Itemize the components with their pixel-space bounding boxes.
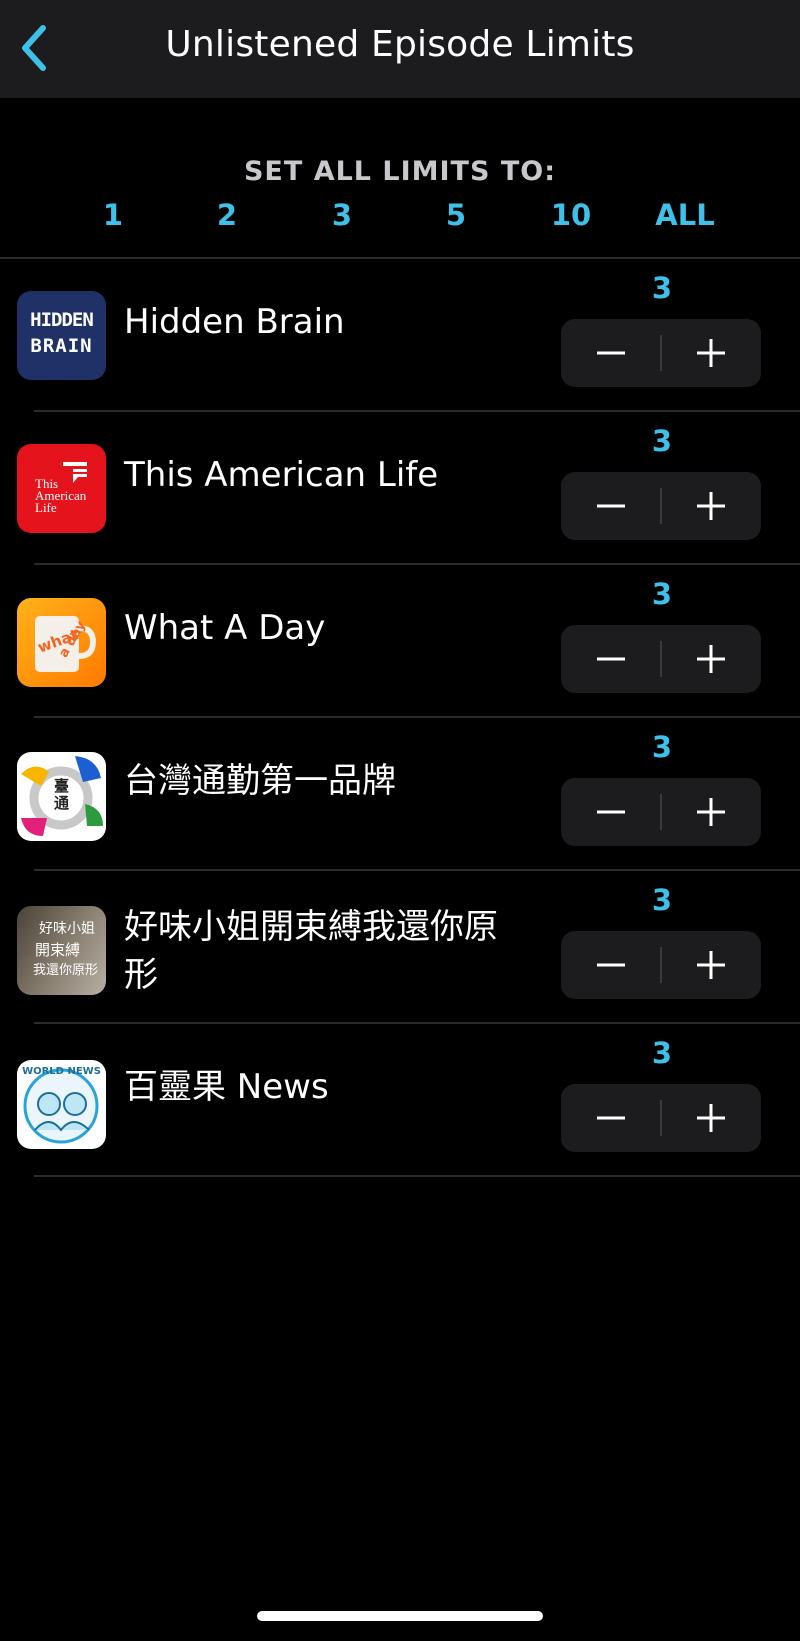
podcast-row: what a day What A Day 3 [0,565,800,718]
podcast-row: 臺 通 台灣通勤第一品牌 3 [0,718,800,871]
podcast-artwork: what a day [17,598,106,687]
increment-button[interactable] [661,319,761,387]
podcast-name: This American Life [124,455,439,495]
limit-stepper [561,472,761,540]
limit-value: 3 [651,424,673,458]
increment-button[interactable] [661,931,761,999]
set-all-option-2[interactable]: 2 [177,198,277,232]
decrement-button[interactable] [561,625,661,693]
limit-value: 3 [651,577,673,611]
plus-icon [697,645,725,673]
podcast-artwork: This American Life [17,444,106,533]
plus-icon [697,492,725,520]
increment-button[interactable] [661,1084,761,1152]
minus-icon [597,657,625,661]
decrement-button[interactable] [561,319,661,387]
artwork-text: 我還你原形 [33,963,99,978]
decrement-button[interactable] [561,472,661,540]
podcast-name: 台灣通勤第一品牌 [124,761,396,801]
podcast-row: HIDDEN BRAIN Hidden Brain 3 [0,259,800,412]
podcast-artwork: WORLD NEWS [17,1060,106,1149]
podcast-row: This American Life This American Life 3 [0,412,800,565]
home-indicator[interactable] [257,1611,543,1621]
plus-icon [697,798,725,826]
set-all-options: 1 2 3 5 10 ALL [0,198,800,238]
plus-icon [697,951,725,979]
increment-button[interactable] [661,625,761,693]
podcast-row: WORLD NEWS 百靈果 News 3 [0,1024,800,1177]
artwork-text: 臺 [53,777,69,795]
podcast-artwork: 臺 通 [17,752,106,841]
row-divider [34,1175,800,1177]
set-all-option-all[interactable]: ALL [635,198,735,232]
set-all-option-5[interactable]: 5 [406,198,506,232]
limit-value: 3 [651,730,673,764]
podcast-name: Hidden Brain [124,302,345,342]
artwork-text: WORLD NEWS [22,1066,101,1077]
limit-stepper [561,778,761,846]
artwork-text: 通 [53,794,69,812]
podcast-name: 好味小姐開束縛我還你原形 [124,907,498,995]
artwork-text: HIDDEN [30,309,94,331]
set-all-option-3[interactable]: 3 [292,198,392,232]
nav-bar: Unlistened Episode Limits [0,0,800,98]
podcast-name: What A Day [124,608,326,648]
podcast-artwork: HIDDEN BRAIN [17,291,106,380]
artwork-text: 好味小姐 [39,921,95,937]
limit-value: 3 [651,1036,673,1070]
decrement-button[interactable] [561,1084,661,1152]
podcast-artwork: 好味小姐 開束縛 我還你原形 [17,906,106,995]
speech-bubble-icon [63,462,87,483]
decrement-button[interactable] [561,931,661,999]
decrement-button[interactable] [561,778,661,846]
plus-icon [697,1104,725,1132]
increment-button[interactable] [661,472,761,540]
increment-button[interactable] [661,778,761,846]
limit-stepper [561,931,761,999]
set-all-label: SET ALL LIMITS TO: [243,156,556,187]
artwork-text: 開束縛 [35,941,81,959]
artwork-text: BRAIN [30,335,93,357]
limit-stepper [561,319,761,387]
podcast-row: 好味小姐 開束縛 我還你原形 好味小姐開束縛我還你原形 3 [0,871,800,1024]
minus-icon [597,1116,625,1120]
minus-icon [597,351,625,355]
minus-icon [597,810,625,814]
set-all-option-10[interactable]: 10 [521,198,621,232]
plus-icon [697,339,725,367]
set-all-option-1[interactable]: 1 [63,198,163,232]
artwork-text: Life [35,500,57,515]
minus-icon [597,504,625,508]
podcast-name: 百靈果 News [124,1067,329,1107]
limit-stepper [561,625,761,693]
limit-value: 3 [651,271,673,305]
limit-value: 3 [651,883,673,917]
page-title: Unlistened Episode Limits [165,24,635,65]
limit-stepper [561,1084,761,1152]
minus-icon [597,963,625,967]
